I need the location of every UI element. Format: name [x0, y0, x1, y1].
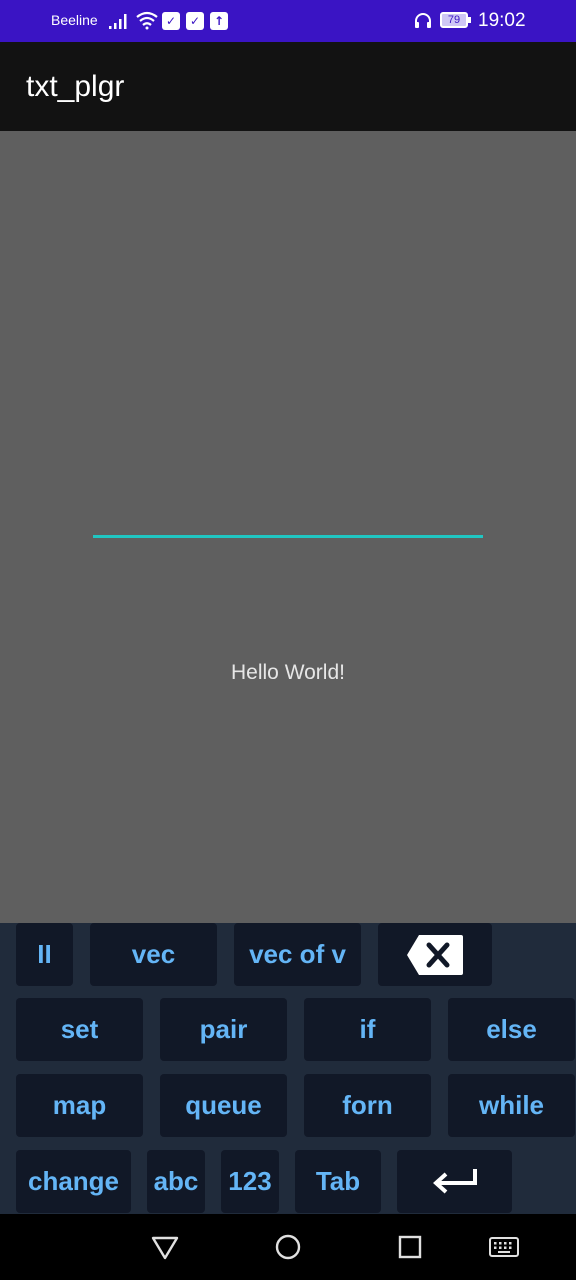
key-queue[interactable]: queue	[160, 1074, 287, 1137]
greeting-text: Hello World!	[231, 661, 345, 684]
key-change[interactable]: change	[16, 1150, 131, 1213]
back-icon[interactable]	[150, 1232, 180, 1262]
upload-icon: ↑	[210, 12, 228, 30]
custom-keyboard: II vec vec of v set pair if else map que…	[0, 923, 576, 1214]
key-pair[interactable]: pair	[160, 998, 287, 1061]
battery-indicator: 79	[440, 12, 468, 28]
key-set[interactable]: set	[16, 998, 143, 1061]
enter-key[interactable]	[397, 1150, 512, 1213]
backspace-icon	[407, 934, 463, 975]
key-123[interactable]: 123	[221, 1150, 279, 1213]
key-if[interactable]: if	[304, 998, 431, 1061]
app-title: txt_plgr	[26, 70, 125, 103]
key-vec[interactable]: vec	[90, 923, 217, 986]
signal-icon	[109, 14, 127, 29]
backspace-key[interactable]	[378, 923, 492, 986]
clock: 19:02	[478, 10, 526, 31]
recents-icon[interactable]	[395, 1232, 425, 1262]
key-abc[interactable]: abc	[147, 1150, 205, 1213]
key-else[interactable]: else	[448, 998, 575, 1061]
main-content: Hello World!	[0, 131, 576, 923]
key-forn[interactable]: forn	[304, 1074, 431, 1137]
wifi-icon	[136, 11, 158, 30]
carrier-label: Beeline	[51, 12, 98, 28]
text-input-underline	[93, 535, 483, 538]
status-bar: Beeline ✓ ✓ ↑ 79 19:02	[0, 0, 576, 42]
enter-icon	[432, 1168, 477, 1193]
app-bar: txt_plgr	[0, 42, 576, 131]
navigation-bar	[0, 1214, 576, 1280]
headphones-icon	[415, 13, 431, 28]
check-icon: ✓	[162, 12, 180, 30]
text-input[interactable]	[93, 491, 483, 535]
keyboard-icon[interactable]	[488, 1232, 520, 1262]
key-map[interactable]: map	[16, 1074, 143, 1137]
home-icon[interactable]	[273, 1232, 303, 1262]
key-vec-of-v[interactable]: vec of v	[234, 923, 361, 986]
key-ii[interactable]: II	[16, 923, 73, 986]
key-while[interactable]: while	[448, 1074, 575, 1137]
battery-tip	[468, 17, 471, 23]
key-tab[interactable]: Tab	[295, 1150, 381, 1213]
check-icon: ✓	[186, 12, 204, 30]
